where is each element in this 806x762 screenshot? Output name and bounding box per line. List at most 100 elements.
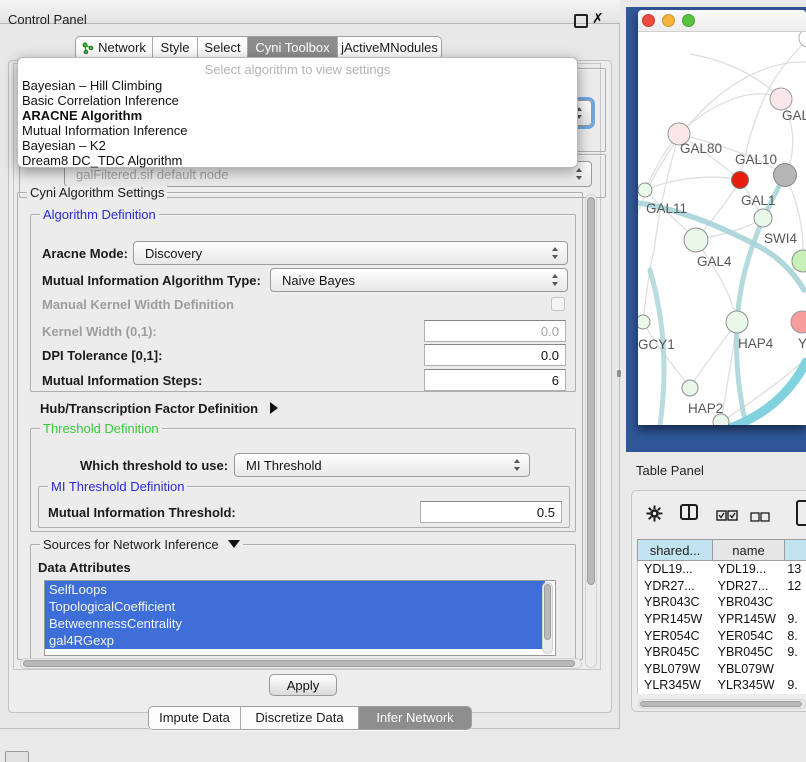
node-label-gal10: GAL10: [735, 152, 777, 167]
panel-splitter-grip[interactable]: [617, 370, 621, 377]
node-hap4[interactable]: [726, 311, 748, 333]
mi-threshold-group-title: MI Threshold Definition: [48, 480, 187, 493]
close-traffic-light-icon[interactable]: [642, 14, 655, 27]
table-row[interactable]: YER054C YER054C 8.: [638, 627, 806, 644]
node-gcy1[interactable]: [638, 315, 650, 329]
settings-vertical-scrollbar[interactable]: [585, 194, 597, 668]
table-row[interactable]: YPR145W YPR145W 9.: [638, 611, 806, 628]
expand-right-icon[interactable]: [270, 402, 278, 414]
node-gal-pink[interactable]: [770, 88, 792, 110]
close-icon[interactable]: ✗: [592, 10, 604, 27]
dpi-tolerance-field[interactable]: 0.0: [424, 344, 566, 366]
node-label-hap2: HAP2: [688, 401, 723, 416]
table-row[interactable]: YLR345W YLR345W 9.: [638, 677, 806, 694]
algorithm-dropdown-popup: Select algorithm to view settings Bayesi…: [17, 57, 578, 168]
aracne-mode-combo[interactable]: Discovery: [133, 241, 568, 265]
which-threshold-combo[interactable]: MI Threshold: [234, 453, 530, 477]
hub-definition-toggle[interactable]: Hub/Transcription Factor Definition: [40, 401, 278, 416]
data-attributes-label: Data Attributes: [38, 560, 131, 575]
attributes-list-scrollbar[interactable]: [542, 582, 553, 654]
mi-type-value: Naive Bayes: [282, 273, 355, 288]
cell-name: YBR045C: [712, 645, 782, 659]
node-label-gal80: GAL80: [680, 141, 722, 156]
tab-jactivemnodules[interactable]: jActiveMNodules: [338, 37, 441, 59]
tab-style[interactable]: Style: [153, 37, 198, 59]
data-attributes-list[interactable]: SelfLoops TopologicalCoefficient Between…: [44, 580, 556, 656]
node-swi4[interactable]: [792, 250, 806, 272]
control-panel-titlebar[interactable]: [0, 0, 620, 24]
tab-jactivemnodules-label: jActiveMNodules: [341, 37, 438, 59]
table-row[interactable]: YBL079W YBL079W: [638, 661, 806, 678]
node-gal11[interactable]: [638, 183, 652, 197]
node-hap2[interactable]: [682, 380, 698, 396]
tab-select-label: Select: [204, 37, 240, 59]
tab-infer-network[interactable]: Infer Network: [359, 707, 471, 729]
mi-type-combo[interactable]: Naive Bayes: [270, 268, 568, 292]
algorithm-option[interactable]: Bayesian – Hill Climbing: [18, 78, 577, 93]
mi-steps-label: Mutual Information Steps:: [42, 373, 202, 388]
minimized-panel-button[interactable]: [5, 751, 29, 762]
scrollbar-thumb[interactable]: [23, 660, 575, 667]
mi-threshold-field[interactable]: 0.5: [420, 501, 562, 523]
tab-network[interactable]: Network: [76, 37, 153, 59]
table-rows: YDL19... YDL19... 13 YDR27... YDR27... 1…: [637, 561, 806, 694]
split-columns-icon[interactable]: [680, 504, 698, 520]
combo-arrows-icon: [576, 167, 583, 181]
table-row[interactable]: YBR045C YBR045C 9.: [638, 644, 806, 661]
node-red-selected[interactable]: [732, 172, 749, 189]
table-horizontal-scrollbar[interactable]: [638, 699, 806, 709]
tab-style-label: Style: [161, 37, 190, 59]
scrollbar-thumb[interactable]: [544, 584, 551, 640]
tab-cyni-toolbox[interactable]: Cyni Toolbox: [248, 37, 338, 59]
sources-group-title[interactable]: Sources for Network Inference: [40, 538, 243, 551]
collapse-down-icon[interactable]: [228, 540, 240, 548]
float-window-icon[interactable]: [574, 14, 588, 28]
scrollbar-thumb[interactable]: [587, 197, 595, 585]
new-table-icon[interactable]: [796, 500, 806, 526]
tab-select[interactable]: Select: [198, 37, 248, 59]
manual-kernel-checkbox[interactable]: [551, 297, 565, 311]
popup-hint: Select algorithm to view settings: [18, 58, 577, 78]
minimize-traffic-light-icon[interactable]: [662, 14, 675, 27]
settings-horizontal-scrollbar[interactable]: [20, 658, 582, 669]
algorithm-option[interactable]: Bayesian – K2: [18, 138, 577, 153]
column-header-name[interactable]: name: [713, 539, 785, 561]
table-row[interactable]: YDR27... YDR27... 12: [638, 578, 806, 595]
cell-name: YDR27...: [712, 579, 782, 593]
attribute-item-selected[interactable]: TopologicalCoefficient: [45, 598, 545, 615]
kernel-width-label: Kernel Width (0,1):: [42, 324, 157, 339]
bottom-tabbar: Impute Data Discretize Data Infer Networ…: [148, 706, 472, 730]
cell-shared: YDL19...: [638, 562, 712, 576]
algorithm-option[interactable]: Mutual Information Inference: [18, 123, 577, 138]
node-label-gal1: GAL1: [741, 193, 776, 208]
settings-gear-icon[interactable]: [646, 505, 663, 527]
algorithm-option[interactable]: Basic Correlation Inference: [18, 93, 577, 108]
deselect-all-columns-icon[interactable]: [750, 509, 770, 527]
cell-name: YPR145W: [712, 612, 782, 626]
scrollbar-thumb[interactable]: [640, 701, 802, 707]
node-gal4[interactable]: [684, 228, 708, 252]
apply-button[interactable]: Apply: [269, 674, 337, 696]
table-row[interactable]: YBR043C YBR043C: [638, 594, 806, 611]
kernel-width-field[interactable]: 0.0: [424, 320, 566, 342]
tab-discretize-data-label: Discretize Data: [255, 707, 343, 729]
node-gal1[interactable]: [754, 209, 772, 227]
tab-impute-data[interactable]: Impute Data: [149, 707, 241, 729]
zoom-traffic-light-icon[interactable]: [682, 14, 695, 27]
dpi-tolerance-label: DPI Tolerance [0,1]:: [42, 348, 162, 363]
select-all-columns-icon[interactable]: [716, 508, 738, 526]
tab-discretize-data[interactable]: Discretize Data: [241, 707, 359, 729]
table-row[interactable]: YDL19... YDL19... 13: [638, 561, 806, 578]
network-graph-icon: [82, 42, 94, 54]
node-partial[interactable]: [799, 32, 806, 47]
network-canvas[interactable]: GAL80 GAL10 GAL11 GAL1 SWI4 GAL4 GCY1 HA…: [638, 32, 806, 425]
column-header-partial[interactable]: [785, 539, 806, 561]
mi-steps-field[interactable]: 6: [424, 369, 566, 391]
attribute-item-selected[interactable]: SelfLoops: [45, 581, 545, 598]
attribute-item-selected[interactable]: BetweennessCentrality: [45, 615, 545, 632]
column-header-shared-name[interactable]: shared...: [637, 539, 713, 561]
node-salmon[interactable]: [791, 311, 806, 333]
algorithm-option[interactable]: Dream8 DC_TDC Algorithm: [18, 153, 577, 168]
algorithm-option-selected[interactable]: ARACNE Algorithm: [18, 108, 577, 123]
attribute-item-selected[interactable]: gal4RGexp: [45, 632, 545, 649]
